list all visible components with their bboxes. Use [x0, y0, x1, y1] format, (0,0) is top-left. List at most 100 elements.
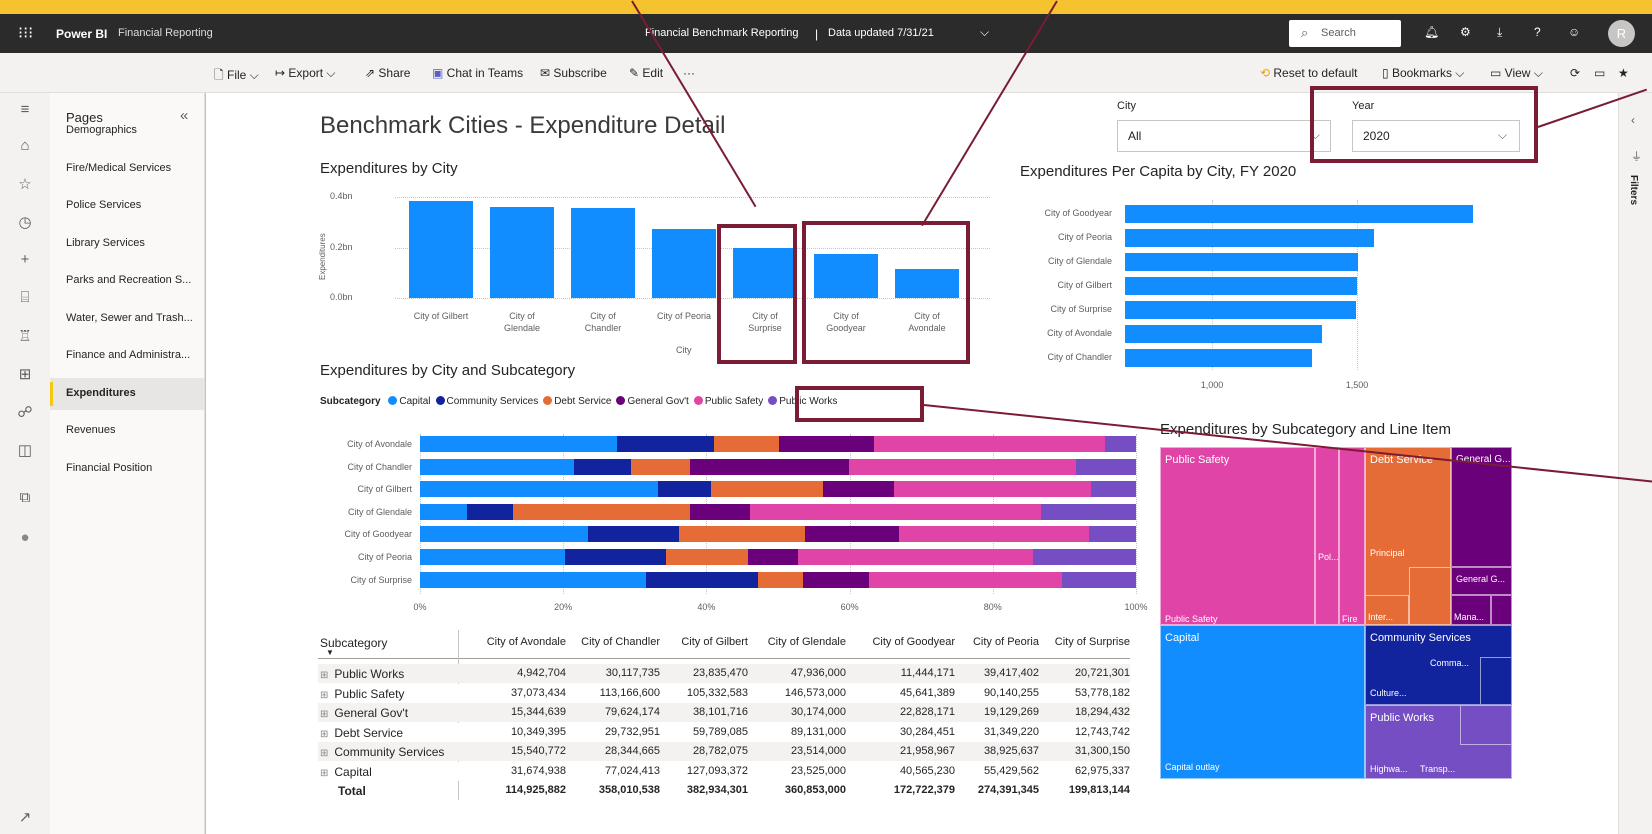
chart3-segment[interactable] [714, 436, 779, 452]
page-tab[interactable]: Library Services [50, 228, 204, 260]
city-slicer-dropdown[interactable]: All ⌵ [1117, 120, 1331, 152]
chart3-segment[interactable] [1091, 481, 1136, 498]
favorite-star-icon[interactable]: ★ [1618, 66, 1629, 80]
goals-icon[interactable]: ♖ [16, 327, 34, 345]
chart3-segment[interactable] [804, 526, 900, 543]
treemap-general-small[interactable] [1491, 595, 1512, 625]
chart3-segment[interactable] [564, 549, 667, 565]
shared-icon[interactable]: ☍ [16, 403, 34, 421]
chart3-segment[interactable] [757, 571, 804, 588]
treemap-capital[interactable]: Capital Capital outlay [1160, 625, 1365, 779]
search-box[interactable]: ⌕ Search [1289, 20, 1401, 47]
chart3-segment[interactable] [690, 458, 850, 475]
help-icon[interactable]: ? [1534, 25, 1541, 39]
subscribe-button[interactable]: ✉ Subscribe [540, 66, 607, 80]
workspaces-icon[interactable]: ⧉ [16, 489, 34, 506]
treemap-community-small[interactable] [1480, 657, 1512, 705]
download-icon[interactable]: ⤓ [1497, 25, 1502, 40]
chart1-bar[interactable] [652, 228, 716, 298]
chart1-bar[interactable] [895, 268, 959, 298]
avatar[interactable]: R [1608, 20, 1635, 47]
expand-row-icon[interactable]: ⊞ [320, 768, 328, 779]
chart1-bar[interactable] [814, 254, 878, 298]
treemap-fire[interactable]: Fire [1339, 447, 1365, 625]
chart3-segment[interactable] [588, 526, 680, 543]
comment-icon[interactable]: ▭ [1594, 66, 1605, 80]
page-tab[interactable]: Police Services [50, 190, 204, 222]
chart3-segment[interactable] [666, 549, 748, 565]
chart3-segment[interactable] [679, 526, 805, 543]
expand-row-icon[interactable]: ⊞ [320, 729, 328, 740]
legend-item[interactable]: General Gov't [611, 396, 689, 407]
refresh-icon[interactable]: ⟳ [1570, 66, 1580, 80]
treemap-mana[interactable]: Mana... [1451, 595, 1491, 625]
treemap-debt-inter[interactable]: Inter... [1365, 595, 1409, 625]
export-menu[interactable]: ↦ Export ⌵ [275, 66, 336, 81]
page-tab[interactable]: Finance and Administra... [50, 340, 204, 372]
learn-icon[interactable]: ◫ [16, 441, 34, 459]
chart3-segment[interactable] [1033, 549, 1136, 565]
chart3-segment[interactable] [823, 481, 895, 498]
home-icon[interactable]: ⌂ [16, 137, 34, 154]
workspace-name[interactable]: Financial Reporting [118, 27, 213, 39]
page-tab[interactable]: Expenditures [50, 377, 204, 410]
chevron-left-icon[interactable]: ‹ [1631, 113, 1635, 127]
table-header[interactable]: City of Glendale [736, 636, 846, 648]
chart3-segment[interactable] [797, 549, 1034, 565]
chart3-segment[interactable] [874, 436, 1106, 452]
legend-item[interactable]: Community Services [431, 396, 538, 407]
gear-icon[interactable]: ⚙ [1460, 25, 1471, 39]
chart3-segment[interactable] [894, 481, 1092, 498]
table-header[interactable]: City of Surprise [1020, 636, 1130, 648]
chart1-bar[interactable] [571, 207, 635, 298]
chart1-bar[interactable] [733, 247, 797, 298]
recent-icon[interactable]: ◷ [16, 213, 34, 231]
datasets-icon[interactable]: ⌸ [16, 289, 34, 306]
more-options[interactable]: ··· [683, 66, 695, 80]
chart3-segment[interactable] [1105, 436, 1136, 452]
chart3-segment[interactable] [420, 571, 646, 588]
chart3-segment[interactable] [657, 481, 712, 498]
chart2-bar[interactable] [1125, 301, 1356, 319]
chart3-segment[interactable] [420, 549, 565, 565]
reset-to-default-button[interactable]: ⟲ Reset to default [1260, 66, 1357, 80]
chart3-segment[interactable] [420, 458, 575, 475]
chart2-bar[interactable] [1125, 349, 1313, 367]
legend-item[interactable]: Capital [383, 396, 431, 407]
filters-pane-collapsed[interactable]: ‹ ⏚ Filters [1618, 93, 1652, 834]
expand-row-icon[interactable]: ⊞ [320, 709, 328, 720]
chart3-segment[interactable] [711, 481, 824, 498]
chart3-segment[interactable] [803, 571, 870, 588]
bookmarks-menu[interactable]: ▯ Bookmarks ⌵ [1382, 66, 1464, 81]
table-row-label[interactable]: ⊞ Community Services [320, 745, 444, 759]
chart3-segment[interactable] [466, 503, 514, 520]
chart3-segment[interactable] [420, 503, 467, 520]
page-tab[interactable]: Financial Position [50, 453, 204, 485]
chart3-segment[interactable] [750, 503, 1041, 520]
chart3-segment[interactable] [1088, 526, 1136, 543]
chart3-segment[interactable] [420, 481, 658, 498]
chart2-bar[interactable] [1125, 277, 1357, 295]
workspace-avatar-icon[interactable]: ● [16, 529, 34, 546]
file-menu[interactable]: 🗋︎ File ⌵ [214, 66, 259, 87]
hamburger-icon[interactable]: ≡ [16, 101, 34, 118]
view-menu[interactable]: ▭ View ⌵ [1490, 66, 1543, 81]
treemap-debt-small[interactable] [1409, 567, 1451, 625]
table-row-label[interactable]: ⊞ Capital [320, 765, 372, 779]
chart3-segment[interactable] [778, 436, 875, 452]
chevron-down-icon[interactable]: ⌵ [980, 25, 989, 40]
chart3-segment[interactable] [1075, 458, 1136, 475]
page-tab[interactable]: Fire/Medical Services [50, 153, 204, 185]
app-name[interactable]: Power BI [56, 27, 107, 41]
table-header[interactable]: City of Gilbert [638, 636, 748, 648]
chart3-segment[interactable] [1061, 571, 1136, 588]
treemap-police[interactable]: Pol... [1315, 447, 1339, 625]
treemap-chart[interactable]: Public Safety Public Safety Pol... Fire Debt… [1160, 447, 1512, 779]
chart3-segment[interactable] [748, 549, 798, 565]
table-row-label[interactable]: ⊞ Debt Service [320, 726, 403, 740]
chart3-legend[interactable]: Subcategory Capital Community Services Deb… [320, 396, 837, 407]
share-button[interactable]: ⇗ Share [365, 66, 410, 80]
chart3-segment[interactable] [690, 503, 751, 520]
chart3-segment[interactable] [420, 436, 618, 452]
page-tab[interactable]: Demographics [50, 115, 204, 147]
